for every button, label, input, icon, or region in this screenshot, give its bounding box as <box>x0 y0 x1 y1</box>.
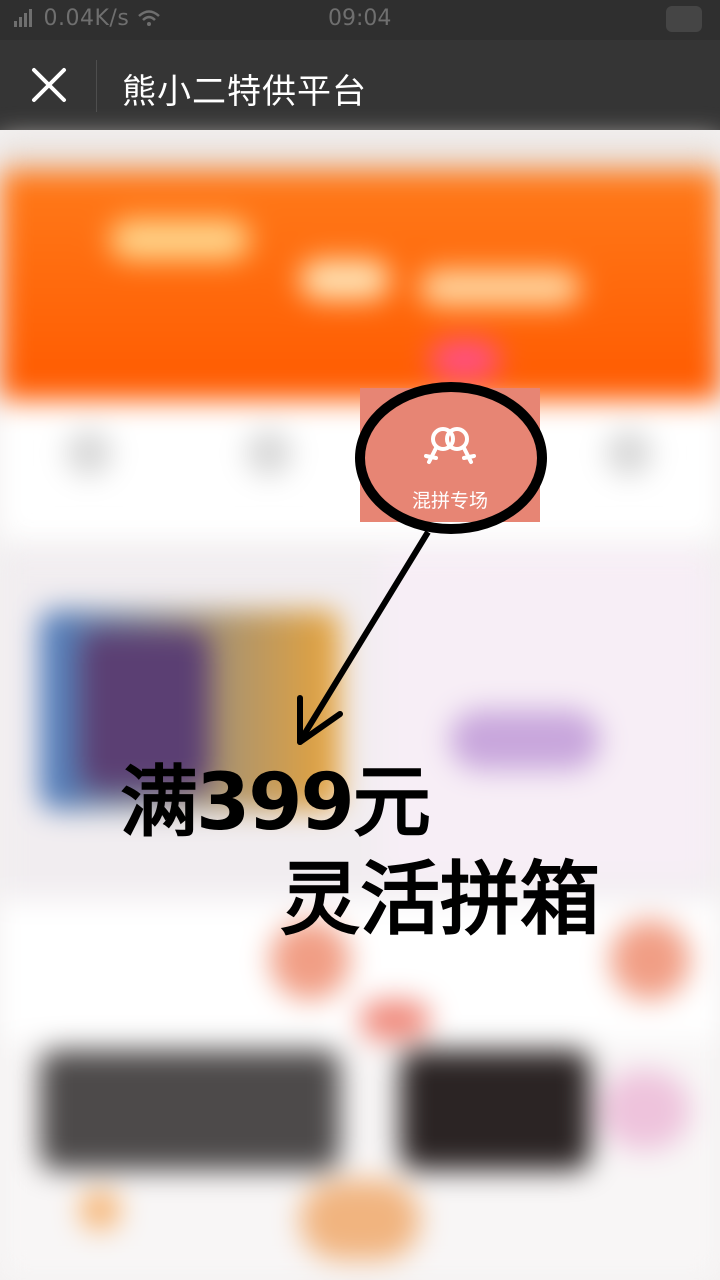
product-image <box>80 1190 120 1230</box>
promo-card-image <box>450 710 600 770</box>
product-image <box>400 1050 590 1170</box>
blurred-page-content <box>0 130 720 1280</box>
menu-icon <box>66 430 112 476</box>
banner-highlight <box>420 270 580 306</box>
nav-divider <box>96 60 97 112</box>
annotation-line-2: 灵活拼箱 <box>280 853 600 946</box>
page-title: 熊小二特供平台 <box>122 72 367 112</box>
banner-ribbon <box>430 340 500 380</box>
menu-icon <box>246 430 292 476</box>
wifi-icon <box>137 10 160 26</box>
battery-icon <box>666 6 702 32</box>
status-time: 09:04 <box>328 6 392 31</box>
product-badge <box>610 920 690 1000</box>
highlight-ellipse <box>355 382 547 534</box>
status-left: 0.04K/s <box>14 6 161 31</box>
product-image <box>600 1070 690 1150</box>
product-image <box>300 1180 420 1260</box>
signal-icon <box>14 9 32 27</box>
navbar: 熊小二特供平台 <box>0 40 720 130</box>
status-bar: 0.04K/s 09:04 <box>0 0 720 40</box>
banner-highlight <box>300 260 390 300</box>
product-tag <box>360 1000 430 1040</box>
menu-icon <box>606 430 652 476</box>
network-speed: 0.04K/s <box>43 6 130 31</box>
banner-highlight <box>110 220 250 260</box>
close-icon[interactable] <box>28 64 70 106</box>
product-image <box>40 1050 340 1170</box>
